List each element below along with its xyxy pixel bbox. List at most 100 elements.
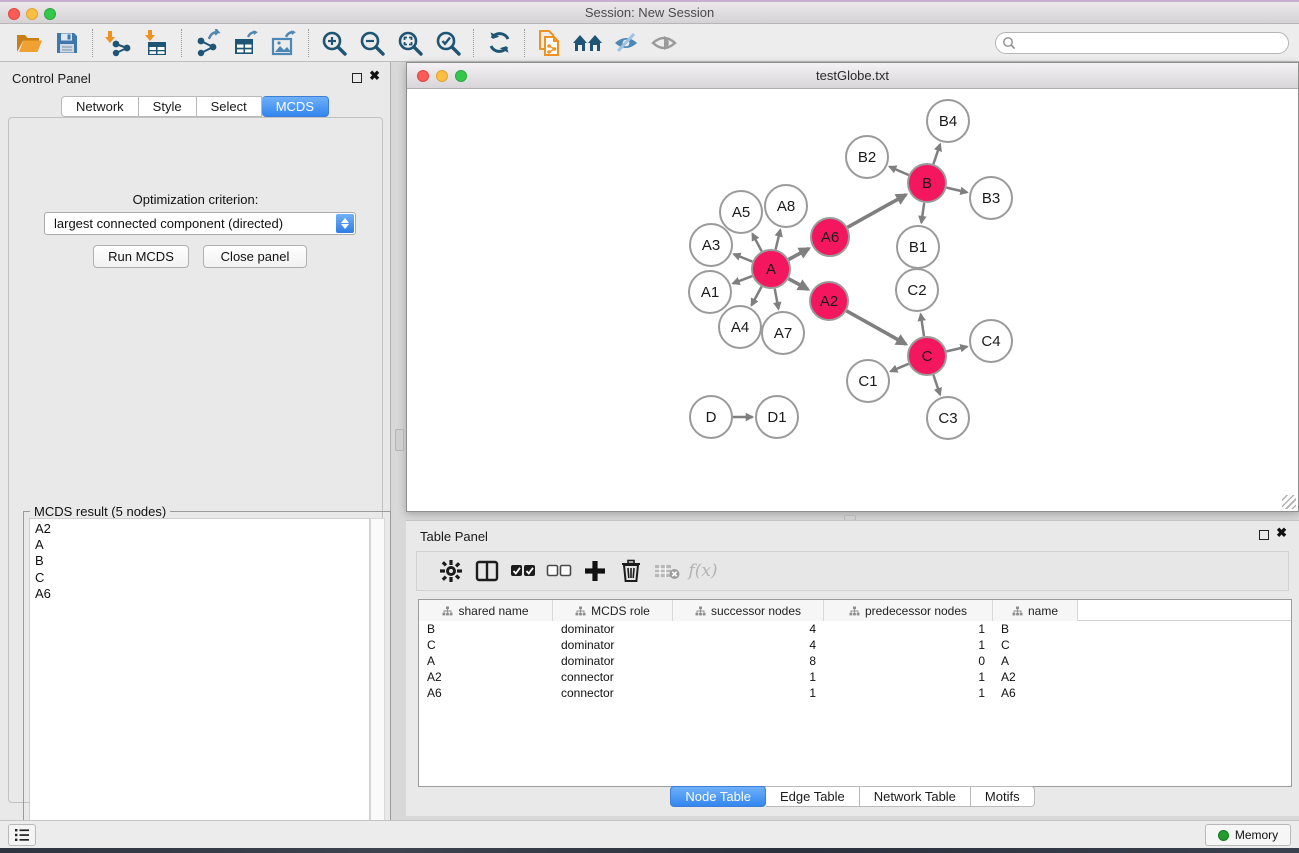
close-panel-icon[interactable]: ✖ (369, 69, 380, 83)
table-close-panel-icon[interactable]: ✖ (1276, 526, 1287, 540)
tab-network[interactable]: Network (61, 96, 139, 117)
zoom-out-button[interactable] (353, 27, 391, 59)
table-cell[interactable]: 1 (824, 621, 993, 637)
table-cell[interactable]: C (419, 637, 553, 653)
table-cell[interactable]: A2 (419, 669, 553, 685)
table-cell[interactable]: 1 (824, 685, 993, 701)
table-row[interactable]: A2connector11A2 (419, 669, 1291, 685)
edge-C-C2[interactable] (921, 314, 924, 336)
edge-B-B4[interactable] (933, 144, 940, 164)
vertical-split-handle[interactable] (395, 429, 404, 451)
table-cell[interactable]: 1 (824, 669, 993, 685)
edge-B-B2[interactable] (890, 167, 909, 175)
table-cell[interactable]: A (993, 653, 1078, 669)
table-cell[interactable]: B (419, 621, 553, 637)
table-cell[interactable]: 1 (673, 669, 824, 685)
graph-node-A8[interactable]: A8 (765, 185, 807, 227)
import-network-button[interactable] (99, 27, 137, 59)
graph-node-A5[interactable]: A5 (720, 191, 762, 233)
edge-A-A7[interactable] (775, 289, 779, 309)
table-cell[interactable]: A2 (993, 669, 1078, 685)
table-row[interactable]: Cdominator41C (419, 637, 1291, 653)
show-eye-button[interactable] (645, 27, 683, 59)
edge-C-C3[interactable] (933, 375, 940, 395)
graph-node-D[interactable]: D (690, 396, 732, 438)
zoom-in-button[interactable] (315, 27, 353, 59)
edge-A-A3[interactable] (734, 254, 753, 262)
edge-A-A5[interactable] (752, 234, 761, 252)
edge-A6-B[interactable] (848, 195, 907, 228)
graph-node-A2[interactable]: A2 (810, 282, 848, 320)
column-header-predecessor-nodes[interactable]: predecessor nodes (824, 600, 993, 621)
tab-network-table[interactable]: Network Table (860, 786, 971, 807)
table-cell[interactable]: connector (553, 669, 673, 685)
graph-node-C4[interactable]: C4 (970, 320, 1012, 362)
edge-C-C1[interactable] (891, 364, 909, 372)
graph-node-A7[interactable]: A7 (762, 312, 804, 354)
tab-mcds[interactable]: MCDS (262, 96, 329, 117)
mcds-result-item[interactable]: C (35, 570, 369, 586)
mcds-result-list[interactable]: A2ABCA6 (29, 518, 370, 846)
edge-A-A1[interactable] (733, 276, 752, 283)
mcds-result-item[interactable]: A2 (35, 521, 369, 537)
graph-node-A6[interactable]: A6 (811, 218, 849, 256)
result-scrollbar[interactable] (370, 518, 385, 846)
column-header-shared-name[interactable]: shared name (419, 600, 553, 621)
delete-column-button[interactable] (613, 555, 649, 587)
table-cell[interactable]: 1 (824, 637, 993, 653)
search-input[interactable] (995, 32, 1289, 54)
graph-node-A[interactable]: A (752, 250, 790, 288)
graph-node-B[interactable]: B (908, 164, 946, 202)
table-float-panel-icon[interactable] (1259, 530, 1269, 540)
graph-node-C2[interactable]: C2 (896, 269, 938, 311)
graph-node-C1[interactable]: C1 (847, 360, 889, 402)
table-cell[interactable]: B (993, 621, 1078, 637)
criterion-select[interactable]: largest connected component (directed) (44, 212, 356, 235)
table-cell[interactable]: C (993, 637, 1078, 653)
table-cell[interactable]: 0 (824, 653, 993, 669)
graph-node-D1[interactable]: D1 (756, 396, 798, 438)
table-cell[interactable]: 8 (673, 653, 824, 669)
graph-node-A3[interactable]: A3 (690, 224, 732, 266)
save-session-button[interactable] (48, 27, 86, 59)
refresh-layout-button[interactable] (480, 27, 518, 59)
edge-B-B3[interactable] (947, 188, 968, 193)
export-image-button[interactable] (264, 27, 302, 59)
column-header-successor-nodes[interactable]: successor nodes (673, 600, 824, 621)
graph-node-C[interactable]: C (908, 337, 946, 375)
network-graph-canvas[interactable]: B4 B2 B B3 A5 A8 A6 A3 B1 A A1 C2 A2 (407, 89, 1298, 511)
run-mcds-button[interactable]: Run MCDS (93, 245, 189, 268)
tab-select[interactable]: Select (197, 96, 262, 117)
window-resize-grip[interactable] (1282, 495, 1296, 509)
zoom-fit-button[interactable] (391, 27, 429, 59)
edge-B-B1[interactable] (921, 203, 924, 223)
table-cell[interactable]: 4 (673, 621, 824, 637)
table-settings-button[interactable] (433, 555, 469, 587)
tab-motifs[interactable]: Motifs (971, 786, 1035, 807)
select-all-button[interactable] (505, 555, 541, 587)
export-table-button[interactable] (226, 27, 264, 59)
split-columns-button[interactable] (469, 555, 505, 587)
clone-network-button[interactable] (531, 27, 569, 59)
table-cell[interactable]: dominator (553, 621, 673, 637)
table-row[interactable]: Bdominator41B (419, 621, 1291, 637)
open-session-button[interactable] (10, 27, 48, 59)
graph-node-C3[interactable]: C3 (927, 397, 969, 439)
edge-A-A2[interactable] (789, 279, 809, 290)
memory-button[interactable]: Memory (1205, 824, 1291, 846)
hide-eye-button[interactable] (607, 27, 645, 59)
home-button[interactable] (569, 27, 607, 59)
edge-A-A8[interactable] (776, 230, 781, 250)
table-cell[interactable]: 1 (673, 685, 824, 701)
mcds-result-item[interactable]: B (35, 553, 369, 569)
table-cell[interactable]: A (419, 653, 553, 669)
column-header-name[interactable]: name (993, 600, 1078, 621)
export-network-button[interactable] (188, 27, 226, 59)
table-row[interactable]: Adominator80A (419, 653, 1291, 669)
table-cell[interactable]: connector (553, 685, 673, 701)
table-cell[interactable]: dominator (553, 637, 673, 653)
edge-A-A4[interactable] (752, 287, 762, 306)
tab-style[interactable]: Style (139, 96, 197, 117)
table-cell[interactable]: A6 (419, 685, 553, 701)
graph-node-B3[interactable]: B3 (970, 177, 1012, 219)
